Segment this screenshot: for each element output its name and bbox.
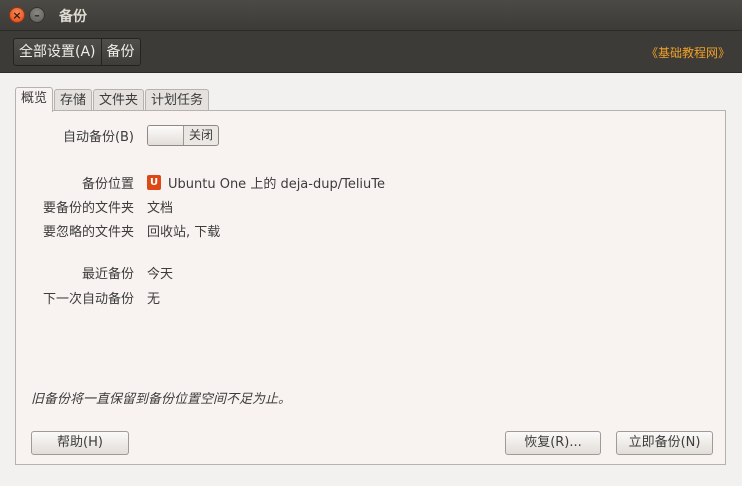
- window-title: 备份: [59, 9, 87, 25]
- switch-state-label: 关闭: [188, 128, 213, 142]
- tab-schedule[interactable]: 计划任务: [145, 89, 210, 112]
- watermark: 《基础教程网》: [645, 46, 730, 60]
- next-backup-row: 下一次自动备份 无: [16, 288, 160, 307]
- breadcrumb: 全部设置(A) 备份: [13, 38, 141, 66]
- breadcrumb-all-settings[interactable]: 全部设置(A): [14, 39, 101, 65]
- ubuntu-one-icon: U: [147, 175, 161, 190]
- breadcrumb-backup[interactable]: 备份: [100, 39, 140, 65]
- last-backup-row: 最近备份 今天: [16, 263, 173, 282]
- title-bar: × – 备份: [0, 0, 742, 31]
- tab-folders[interactable]: 文件夹: [93, 89, 145, 112]
- backup-now-button[interactable]: 立即备份(N): [616, 431, 713, 455]
- exclude-folders-row: 要忽略的文件夹 回收站, 下载: [16, 221, 220, 240]
- retention-footnote: 旧备份将一直保留到备份位置空间不足为止。: [31, 392, 292, 407]
- last-backup-label: 最近备份: [81, 267, 134, 282]
- overview-panel: 自动备份(B) 关闭 备份位置 U Ubuntu One 上的 deja-dup…: [15, 110, 726, 465]
- switch-knob[interactable]: [148, 126, 184, 145]
- backup-location-label: 备份位置: [81, 177, 134, 192]
- backup-location-value: Ubuntu One 上的 deja-dup/TeliuTe: [168, 177, 386, 192]
- include-folders-row: 要备份的文件夹 文档: [16, 197, 173, 216]
- auto-backup-switch[interactable]: 关闭: [147, 125, 219, 146]
- backup-window: × – 备份 全部设置(A) 备份 《基础教程网》 概览 存储 文件夹 计划任务…: [0, 0, 742, 486]
- include-folders-value: 文档: [147, 201, 174, 216]
- minimize-icon[interactable]: –: [29, 7, 45, 23]
- backup-location-value-wrap: U Ubuntu One 上的 deja-dup/TeliuTe: [147, 173, 385, 192]
- tab-overview[interactable]: 概览: [15, 87, 54, 112]
- help-button[interactable]: 帮助(H): [31, 431, 129, 455]
- next-backup-label: 下一次自动备份: [42, 292, 134, 307]
- include-folders-label: 要备份的文件夹: [42, 201, 134, 216]
- auto-backup-label: 自动备份(B): [62, 130, 134, 145]
- exclude-folders-value: 回收站, 下载: [147, 225, 221, 240]
- restore-button[interactable]: 恢复(R)...: [505, 431, 601, 455]
- tab-storage[interactable]: 存储: [54, 89, 93, 112]
- tab-bar: 概览 存储 文件夹 计划任务: [15, 87, 210, 112]
- exclude-folders-label: 要忽略的文件夹: [42, 225, 134, 240]
- next-backup-value: 无: [147, 292, 161, 307]
- backup-location-row: 备份位置 U Ubuntu One 上的 deja-dup/TeliuTe: [16, 173, 385, 192]
- last-backup-value: 今天: [147, 267, 174, 282]
- auto-backup-row: 自动备份(B) 关闭: [16, 125, 219, 146]
- close-icon[interactable]: ×: [9, 7, 25, 23]
- header-bar: 全部设置(A) 备份 《基础教程网》: [0, 31, 742, 73]
